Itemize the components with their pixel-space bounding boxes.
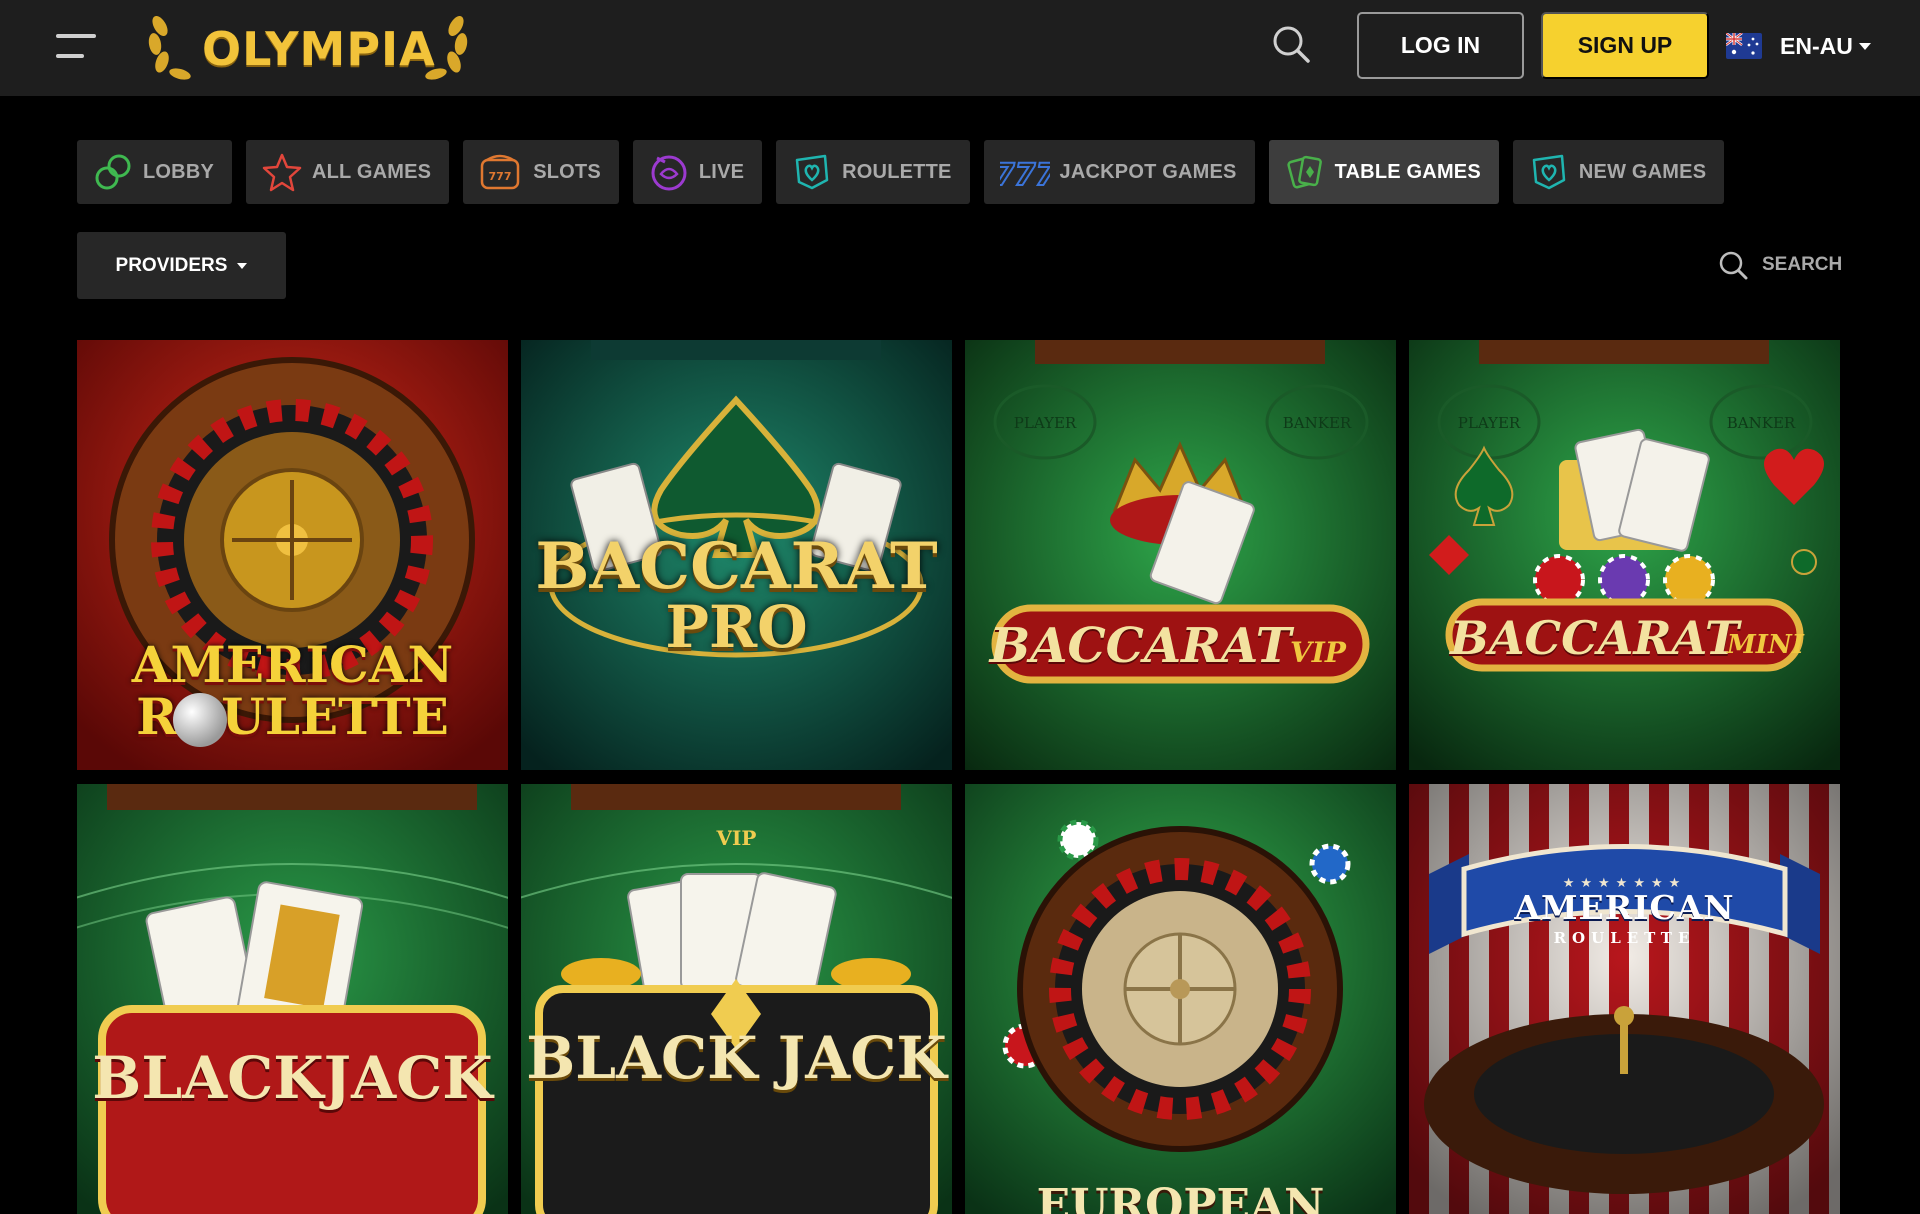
game-title: AMERICAN — [1514, 888, 1735, 927]
laurel-left-icon — [148, 16, 191, 80]
providers-label: PROVIDERS — [115, 254, 228, 276]
chevron-down-icon — [1858, 42, 1871, 50]
tab-label: NEW GAMES — [1578, 160, 1707, 183]
tab-label: SLOTS — [533, 160, 601, 183]
game-thumbnail — [1409, 340, 1840, 770]
game-card-vip-blackjack[interactable]: VIP BLACK JACK — [521, 784, 952, 1214]
game-card-baccarat-pro[interactable]: BACCARAT PRO — [521, 340, 952, 770]
live-dealer-icon — [651, 155, 687, 191]
tab-jackpot-games[interactable]: 777 JACKPOT GAMES — [983, 140, 1255, 204]
game-thumbnail — [965, 340, 1396, 770]
tab-table-games[interactable]: TABLE GAMES — [1268, 140, 1499, 204]
game-card-baccarat-mini[interactable]: PLAYER BANKER BACCARAT MINI — [1409, 340, 1840, 770]
chips-icon — [95, 154, 131, 190]
tab-lobby[interactable]: LOBBY — [77, 140, 232, 204]
game-thumbnail — [77, 784, 508, 1214]
tab-slots[interactable]: 777 SLOTS — [463, 140, 619, 204]
game-card-american-roulette-classic[interactable]: ★★★★★★★ AMERICAN ROULETTE — [1409, 784, 1840, 1214]
new-games-icon — [1532, 154, 1566, 190]
game-title: BLACKJACK — [92, 1044, 493, 1112]
roulette-icon — [795, 154, 829, 190]
game-tag: VIP — [716, 826, 757, 850]
providers-dropdown[interactable]: PROVIDERS — [77, 232, 286, 299]
menu-icon[interactable] — [56, 34, 98, 60]
language-code: EN-AU — [1780, 32, 1853, 59]
game-card-european-roulette[interactable]: EUROPEAN — [965, 784, 1396, 1214]
game-title: EUROPEAN — [1036, 1180, 1325, 1214]
game-card-blackjack[interactable]: BLACKJACK — [77, 784, 508, 1214]
tab-label: LIVE — [698, 160, 745, 183]
game-thumbnail — [965, 784, 1396, 1214]
jackpot-777-icon: 777 — [1000, 157, 1050, 192]
cards-icon — [1286, 155, 1322, 189]
game-title: BACCARAT — [535, 529, 938, 604]
game-subtitle: ROULETTE — [1553, 929, 1696, 947]
search-icon — [1719, 251, 1748, 280]
game-subtitle: PRO — [665, 593, 808, 661]
tab-roulette[interactable]: ROULETTE — [776, 140, 970, 204]
brand-name: OLYMPIA — [202, 22, 436, 76]
top-header: OLYMPIA LOG IN SIGN UP EN-AU — [0, 0, 1920, 96]
search-label: SEARCH — [1762, 254, 1843, 275]
olympia-logo[interactable]: OLYMPIA — [142, 8, 477, 88]
table-label-player: PLAYER — [1457, 414, 1521, 432]
tab-label: TABLE GAMES — [1334, 160, 1481, 183]
game-card-baccarat-vip[interactable]: PLAYER BANKER BACCARAT VIP — [965, 340, 1396, 770]
australia-flag-icon — [1726, 33, 1762, 59]
slot-machine-icon: 777 — [480, 154, 520, 190]
game-search-button[interactable]: SEARCH — [1718, 248, 1842, 282]
game-subtitle: VIP — [1290, 636, 1346, 669]
login-button[interactable]: LOG IN — [1357, 12, 1524, 79]
signup-button[interactable]: SIGN UP — [1541, 12, 1709, 79]
tab-live[interactable]: LIVE — [632, 140, 763, 204]
laurel-right-icon — [425, 16, 468, 80]
game-thumbnail — [1409, 784, 1840, 1214]
roulette-ball-icon — [173, 693, 227, 747]
language-selector[interactable]: EN-AU — [1726, 28, 1871, 64]
tab-label: ROULETTE — [842, 160, 952, 183]
svg-text:777: 777 — [1000, 158, 1050, 192]
table-label-banker: BANKER — [1282, 414, 1352, 432]
game-subtitle: ROULETTE — [136, 687, 449, 746]
tab-label: JACKPOT GAMES — [1059, 160, 1237, 183]
tab-label: ALL GAMES — [312, 160, 432, 183]
chevron-down-icon — [237, 262, 248, 269]
tab-new-games[interactable]: NEW GAMES — [1512, 140, 1725, 204]
game-card-american-roulette[interactable]: AMERICAN ROULETTE — [77, 340, 508, 770]
category-tabs: LOBBY ALL GAMES 777 SLOTS LIVE ROULETTE … — [77, 140, 1725, 204]
table-label-player: PLAYER — [1013, 414, 1077, 432]
game-title: AMERICAN — [131, 635, 454, 694]
svg-text:777: 777 — [489, 170, 512, 183]
game-subtitle: MINI — [1727, 630, 1804, 660]
tab-label: LOBBY — [143, 160, 214, 183]
search-icon[interactable] — [1271, 24, 1311, 64]
star-icon — [262, 153, 302, 192]
table-label-banker: BANKER — [1726, 414, 1796, 432]
game-title: BLACK JACK — [526, 1024, 947, 1092]
tab-all-games[interactable]: ALL GAMES — [246, 140, 450, 204]
